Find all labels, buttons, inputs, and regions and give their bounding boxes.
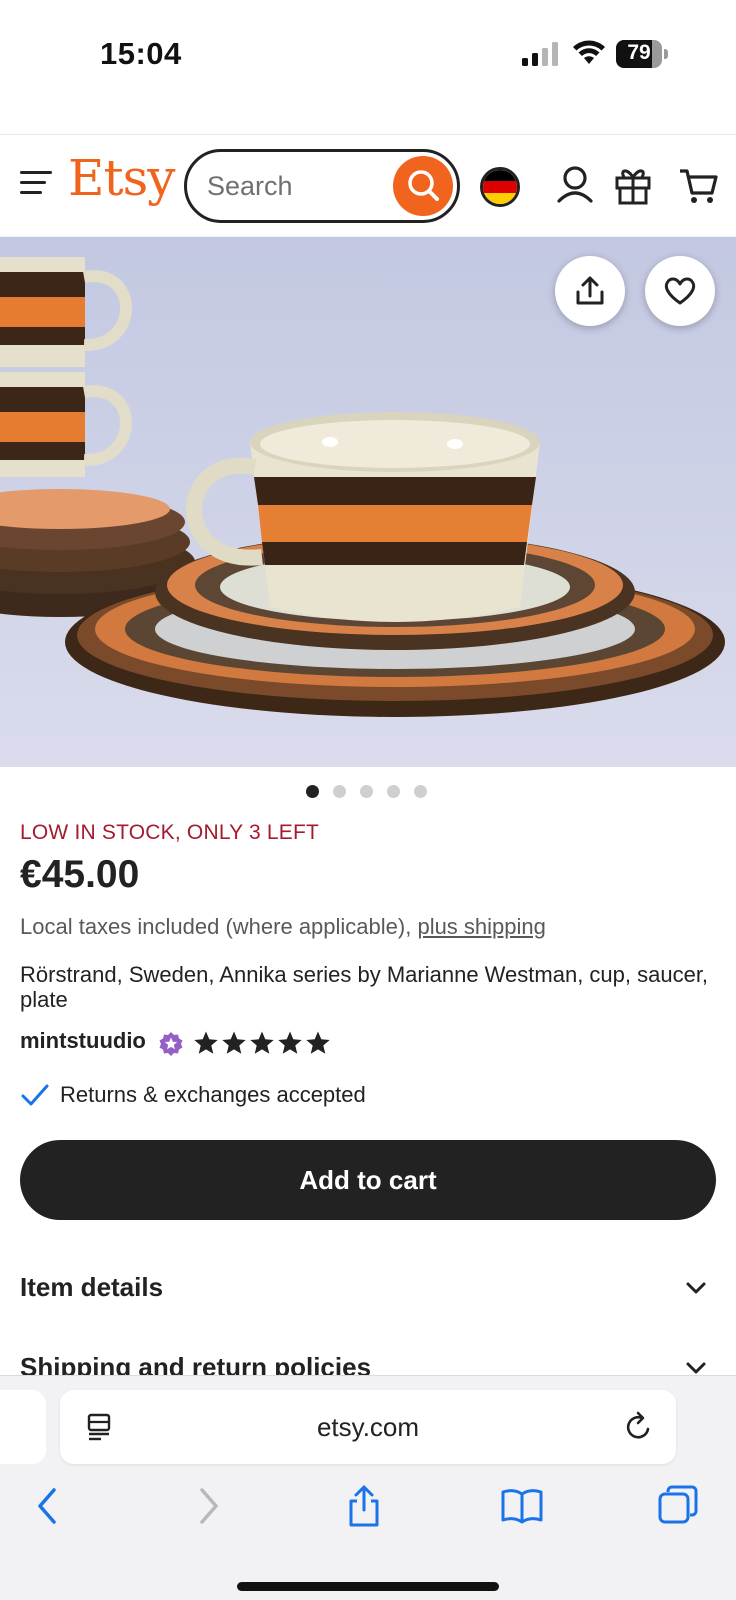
carousel-dot[interactable]: [306, 785, 319, 798]
search-button[interactable]: [393, 156, 453, 216]
etsy-logo[interactable]: Etsy: [68, 149, 175, 207]
star-icon: [278, 1031, 302, 1054]
account-icon[interactable]: [554, 163, 596, 207]
product-image[interactable]: [0, 237, 736, 767]
rating-stars[interactable]: [193, 1030, 333, 1056]
tabs-icon[interactable]: [656, 1484, 700, 1528]
address-bar[interactable]: etsy.com: [60, 1390, 676, 1464]
checkmark-icon: [21, 1084, 49, 1106]
reload-icon[interactable]: [622, 1410, 654, 1444]
flag-icon[interactable]: [480, 167, 520, 207]
accordion-label: Item details: [20, 1272, 164, 1302]
shop-name-link[interactable]: mintstuudio: [20, 1028, 146, 1054]
heart-icon: [664, 277, 696, 305]
status-time: 15:04: [100, 36, 182, 71]
carousel-dot[interactable]: [333, 785, 346, 798]
tax-text: Local taxes included (where applicable),: [20, 914, 418, 939]
gift-icon[interactable]: [612, 163, 654, 207]
product-price: €45.00: [20, 853, 140, 896]
share-icon[interactable]: [342, 1484, 386, 1528]
carousel-dot[interactable]: [360, 785, 373, 798]
search-icon: [408, 170, 439, 201]
battery-percentage: 79: [627, 41, 651, 64]
search-input[interactable]: [207, 168, 387, 204]
search-bar: [184, 149, 460, 223]
forward-icon[interactable]: [186, 1484, 230, 1528]
star-icon: [306, 1031, 330, 1054]
stock-notice: LOW IN STOCK, ONLY 3 LEFT: [20, 821, 320, 844]
tax-notice: Local taxes included (where applicable),…: [20, 914, 546, 940]
carousel-dot[interactable]: [414, 785, 427, 798]
chevron-down-icon: [686, 1362, 706, 1374]
returns-text: Returns & exchanges accepted: [60, 1082, 366, 1107]
star-icon: [194, 1031, 218, 1054]
site-header: Etsy: [0, 134, 736, 236]
item-details-accordion[interactable]: Item details: [20, 1268, 716, 1312]
favorite-button[interactable]: [645, 256, 715, 326]
product-photo: [0, 237, 736, 767]
add-to-cart-button[interactable]: Add to cart: [20, 1140, 716, 1220]
star-icon: [250, 1031, 274, 1054]
star-seller-badge-icon: [159, 1032, 183, 1056]
chevron-down-icon: [686, 1282, 706, 1294]
cart-icon[interactable]: [678, 163, 720, 207]
bookmarks-icon[interactable]: [500, 1484, 544, 1528]
url-text: etsy.com: [316, 1412, 420, 1442]
menu-icon[interactable]: [20, 171, 52, 195]
star-icon: [222, 1031, 246, 1054]
battery-icon: 79: [616, 40, 668, 68]
product-title: Rörstrand, Sweden, Annika series by Mari…: [20, 962, 709, 1012]
share-button[interactable]: [555, 256, 625, 326]
shipping-link[interactable]: plus shipping: [417, 914, 545, 939]
previous-tab[interactable]: [0, 1390, 46, 1464]
wifi-icon: [573, 40, 605, 64]
carousel-dot[interactable]: [387, 785, 400, 798]
home-indicator[interactable]: [237, 1582, 499, 1591]
cellular-signal-icon: [522, 42, 558, 66]
back-icon[interactable]: [26, 1484, 70, 1528]
share-icon: [576, 276, 604, 305]
status-bar: 15:04 79: [0, 0, 736, 110]
browser-toolbar: etsy.com: [0, 1375, 736, 1600]
